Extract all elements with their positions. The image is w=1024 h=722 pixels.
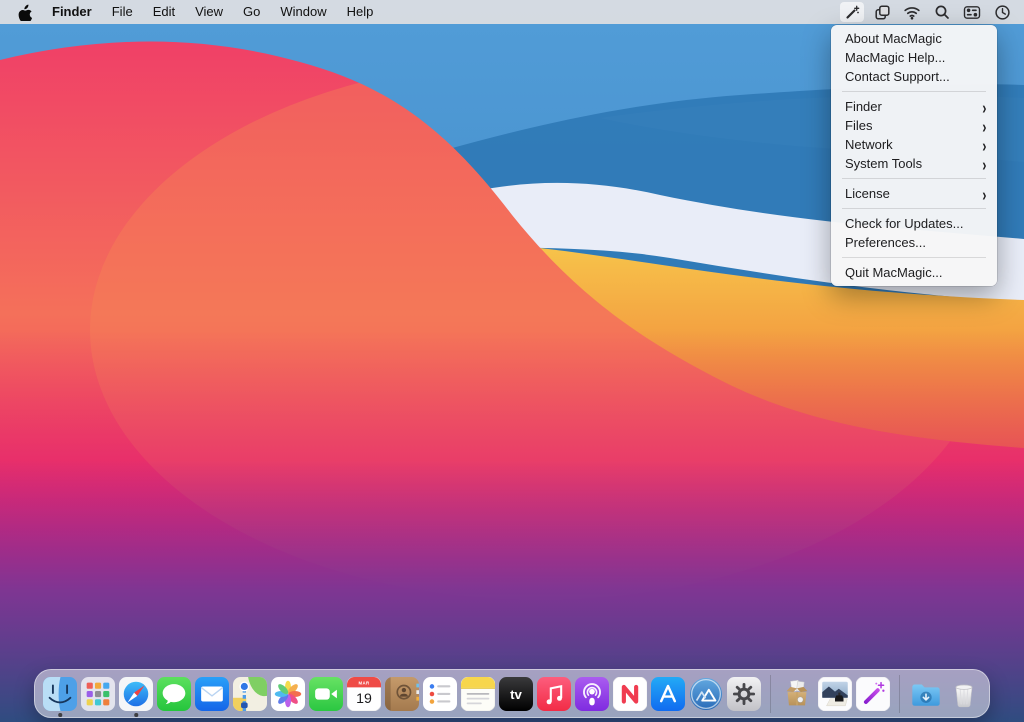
dock-icon-tv[interactable]: tv: [499, 677, 533, 711]
menu-item-quit-macmagic[interactable]: Quit MacMagic...: [831, 263, 997, 282]
dock-icon-trash[interactable]: [947, 677, 981, 711]
svg-text:tv: tv: [510, 687, 522, 702]
search-icon[interactable]: [930, 2, 954, 22]
macmagic-status-menu: About MacMagic MacMagic Help... Contact …: [831, 25, 997, 286]
dock-icon-mail[interactable]: [195, 677, 229, 711]
menu-separator: [842, 208, 986, 209]
menu-item-system-tools[interactable]: System Tools ›: [831, 154, 997, 173]
menu-item-contact-support[interactable]: Contact Support...: [831, 67, 997, 86]
dock-icon-macmagic-wand[interactable]: [856, 677, 890, 711]
svg-text:19: 19: [356, 690, 372, 706]
menu-item-check-for-updates[interactable]: Check for Updates...: [831, 214, 997, 233]
menubar-item-file[interactable]: File: [102, 0, 143, 24]
dock-separator: [770, 675, 771, 713]
dock-icon-safari[interactable]: [119, 677, 153, 711]
submenu-chevron-icon: ›: [983, 185, 987, 203]
menu-item-label: Quit MacMagic...: [845, 265, 943, 280]
dock-icon-notes[interactable]: [461, 677, 495, 711]
menu-item-label: System Tools: [845, 156, 922, 171]
menubar-item-window[interactable]: Window: [270, 0, 336, 24]
dock-icon-app-store[interactable]: [651, 677, 685, 711]
stacked-windows-icon[interactable]: [870, 2, 894, 22]
dock-icon-facetime[interactable]: [309, 677, 343, 711]
dock-icon-launchpad[interactable]: [81, 677, 115, 711]
magic-wand-icon[interactable]: [840, 2, 864, 22]
menu-item-label: About MacMagic: [845, 31, 942, 46]
running-indicator: [134, 713, 138, 717]
running-indicator: [58, 713, 62, 717]
menu-item-label: Files: [845, 118, 872, 133]
menu-bar-left: Finder File Edit View Go Window Help: [10, 0, 383, 24]
menu-item-label: Preferences...: [845, 235, 926, 250]
menu-item-about-macmagic[interactable]: About MacMagic: [831, 29, 997, 48]
menu-bar: Finder File Edit View Go Window Help: [0, 0, 1024, 24]
control-center-icon[interactable]: [960, 2, 984, 22]
menu-item-label: Network: [845, 137, 893, 152]
dock-icon-maps[interactable]: [233, 677, 267, 711]
menu-item-preferences[interactable]: Preferences...: [831, 233, 997, 252]
submenu-chevron-icon: ›: [983, 98, 987, 116]
dock-icon-news[interactable]: [613, 677, 647, 711]
dock-icon-system-preferences[interactable]: [727, 677, 761, 711]
menu-bar-status-area: [834, 2, 1014, 22]
menu-item-label: MacMagic Help...: [845, 50, 945, 65]
submenu-chevron-icon: ›: [983, 136, 987, 154]
dock-icon-contacts[interactable]: [385, 677, 419, 711]
menu-separator: [842, 178, 986, 179]
menu-separator: [842, 91, 986, 92]
menubar-item-edit[interactable]: Edit: [143, 0, 185, 24]
menubar-app-name[interactable]: Finder: [42, 0, 102, 24]
apple-logo-icon: [18, 4, 32, 21]
menu-item-finder[interactable]: Finder ›: [831, 97, 997, 116]
menu-item-macmagic-help[interactable]: MacMagic Help...: [831, 48, 997, 67]
dock-icon-calendar[interactable]: MAR 19: [347, 677, 381, 711]
dock-icon-photos[interactable]: [271, 677, 305, 711]
submenu-chevron-icon: ›: [983, 155, 987, 173]
dock-icon-messages[interactable]: [157, 677, 191, 711]
wifi-icon[interactable]: [900, 2, 924, 22]
dock-separator: [899, 675, 900, 713]
menu-item-label: Check for Updates...: [845, 216, 964, 231]
menu-item-license[interactable]: License ›: [831, 184, 997, 203]
menubar-item-view[interactable]: View: [185, 0, 233, 24]
dock: MAR 19: [34, 669, 990, 718]
dock-icon-finder[interactable]: [43, 677, 77, 711]
clock-icon[interactable]: [990, 2, 1014, 22]
dock-icon-imaging-app[interactable]: [818, 677, 852, 711]
dock-icon-downloads-folder[interactable]: [909, 677, 943, 711]
menubar-item-help[interactable]: Help: [337, 0, 384, 24]
dock-icon-music[interactable]: [537, 677, 571, 711]
menu-item-network[interactable]: Network ›: [831, 135, 997, 154]
submenu-chevron-icon: ›: [983, 117, 987, 135]
menu-item-label: License: [845, 186, 890, 201]
menu-item-files[interactable]: Files ›: [831, 116, 997, 135]
dock-icon-podcasts[interactable]: [575, 677, 609, 711]
menu-item-label: Finder: [845, 99, 882, 114]
macos-desktop: Finder File Edit View Go Window Help: [0, 0, 1024, 722]
apple-menu[interactable]: [10, 4, 42, 21]
dock-icon-mountains-app[interactable]: [689, 677, 723, 711]
svg-text:MAR: MAR: [359, 680, 370, 685]
menubar-item-go[interactable]: Go: [233, 0, 270, 24]
dock-icon-reminders[interactable]: [423, 677, 457, 711]
menu-separator: [842, 257, 986, 258]
menu-item-label: Contact Support...: [845, 69, 950, 84]
dock-icon-unarchiver[interactable]: [780, 677, 814, 711]
